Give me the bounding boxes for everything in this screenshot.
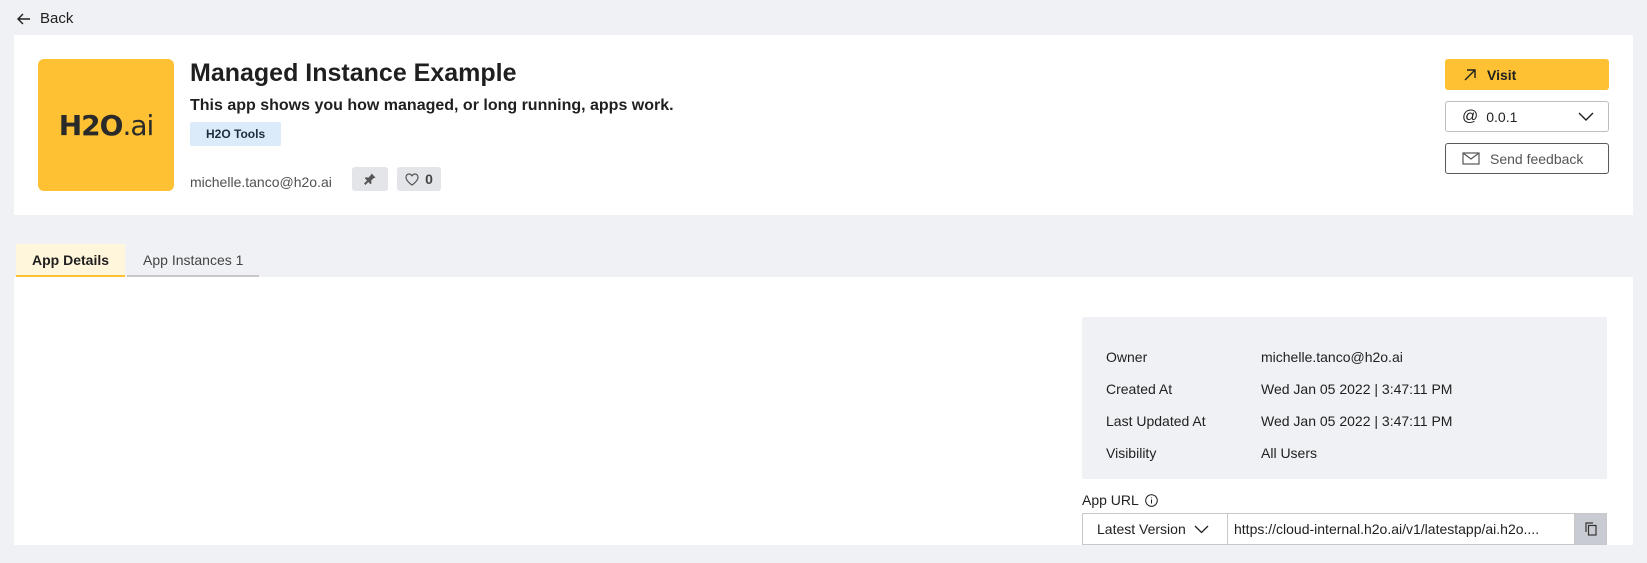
tab-bar: App Details App Instances 1	[16, 244, 260, 277]
feedback-label: Send feedback	[1490, 150, 1584, 167]
back-link[interactable]: Back	[16, 10, 73, 27]
back-label: Back	[40, 10, 74, 27]
send-feedback-button[interactable]: Send feedback	[1445, 143, 1609, 174]
info-icon[interactable]	[1145, 493, 1158, 507]
detail-row-visibility: Visibility All Users	[1106, 437, 1583, 469]
detail-row-updated: Last Updated At Wed Jan 05 2022 | 3:47:1…	[1106, 405, 1583, 437]
visit-button[interactable]: Visit	[1445, 59, 1609, 90]
copy-icon	[1584, 522, 1597, 536]
app-url-label-text: App URL	[1082, 492, 1139, 508]
app-url-label: App URL	[1082, 492, 1158, 508]
app-title: Managed Instance Example	[190, 59, 517, 87]
heart-icon	[405, 172, 419, 186]
app-author: michelle.tanco@h2o.ai	[190, 174, 332, 190]
pin-button[interactable]	[352, 167, 388, 191]
logo-sub-text: .ai	[122, 108, 154, 142]
like-count: 0	[425, 171, 433, 187]
arrow-left-icon	[17, 13, 30, 24]
visit-label: Visit	[1487, 66, 1517, 83]
detail-key: Created At	[1106, 381, 1173, 397]
external-link-icon	[1464, 68, 1476, 80]
like-button[interactable]: 0	[397, 167, 441, 191]
copy-url-button[interactable]	[1575, 513, 1607, 545]
app-url-field[interactable]: https://cloud-internal.h2o.ai/v1/latesta…	[1228, 513, 1575, 545]
detail-value: Wed Jan 05 2022 | 3:47:11 PM	[1261, 413, 1453, 429]
app-header-card: H2O.ai Managed Instance Example This app…	[14, 35, 1633, 215]
category-tag[interactable]: H2O Tools	[190, 122, 282, 146]
mail-icon	[1462, 152, 1480, 165]
app-details-panel: Owner michelle.tanco@h2o.ai Created At W…	[14, 277, 1633, 545]
pin-icon	[364, 173, 376, 185]
logo-main-text: H2O	[58, 108, 124, 142]
version-prefix: @	[1462, 107, 1479, 125]
detail-value: michelle.tanco@h2o.ai	[1261, 349, 1403, 365]
detail-row-owner: Owner michelle.tanco@h2o.ai	[1106, 341, 1583, 373]
app-logo: H2O.ai	[38, 59, 174, 191]
chevron-down-icon	[1194, 525, 1209, 533]
detail-key: Owner	[1106, 349, 1148, 365]
app-description: This app shows you how managed, or long …	[190, 97, 674, 114]
detail-key: Last Updated At	[1106, 413, 1206, 429]
tab-app-details[interactable]: App Details	[16, 244, 126, 277]
details-box: Owner michelle.tanco@h2o.ai Created At W…	[1082, 317, 1607, 479]
detail-value: All Users	[1261, 445, 1318, 461]
url-version-dropdown[interactable]: Latest Version	[1082, 513, 1228, 545]
detail-key: Visibility	[1106, 445, 1157, 461]
app-url-row: Latest Version https://cloud-internal.h2…	[1082, 513, 1607, 545]
version-value: 0.0.1	[1486, 108, 1518, 125]
detail-value: Wed Jan 05 2022 | 3:47:11 PM	[1261, 381, 1453, 397]
version-dropdown[interactable]: @ 0.0.1	[1445, 101, 1609, 132]
url-version-value: Latest Version	[1097, 521, 1186, 537]
detail-row-created: Created At Wed Jan 05 2022 | 3:47:11 PM	[1106, 373, 1583, 405]
tab-app-instances[interactable]: App Instances 1	[127, 244, 260, 277]
chevron-down-icon	[1578, 112, 1594, 121]
